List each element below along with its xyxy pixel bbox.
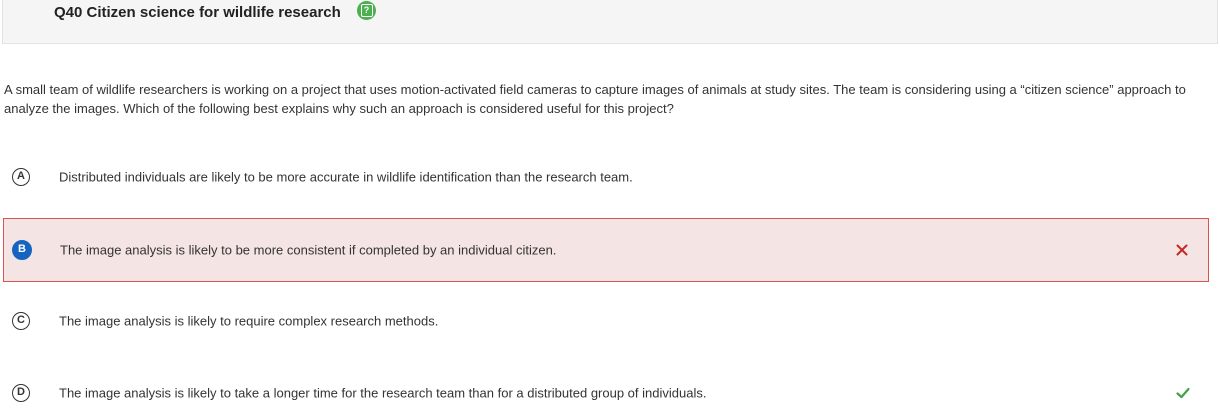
choice-d[interactable]: D The image analysis is likely to take a… — [3, 362, 1209, 416]
question-stem: A small team of wildlife researchers is … — [4, 82, 1186, 116]
choice-letter-a: A — [12, 168, 30, 186]
check-mark-icon — [1176, 387, 1190, 399]
x-mark-icon — [1176, 244, 1188, 256]
choice-letter-d: D — [12, 384, 30, 402]
choice-text-a: Distributed individuals are likely to be… — [59, 169, 633, 185]
choice-b[interactable]: B The image analysis is likely to be mor… — [3, 218, 1209, 282]
choice-text-d: The image analysis is likely to take a l… — [59, 385, 707, 401]
choice-a[interactable]: A Distributed individuals are likely to … — [3, 146, 1209, 208]
help-icon[interactable]: ? — [357, 1, 376, 20]
choice-letter-c: C — [12, 312, 30, 330]
choice-text-c: The image analysis is likely to require … — [59, 313, 439, 329]
question-header: Q40 Citizen science for wildlife researc… — [2, 0, 1218, 44]
choice-letter-b: B — [12, 240, 32, 260]
question-title: Q40 Citizen science for wildlife researc… — [54, 4, 341, 21]
choice-text-b: The image analysis is likely to be more … — [60, 242, 557, 258]
choice-c[interactable]: C The image analysis is likely to requir… — [3, 290, 1209, 352]
help-icon-glyph: ? — [360, 4, 373, 17]
